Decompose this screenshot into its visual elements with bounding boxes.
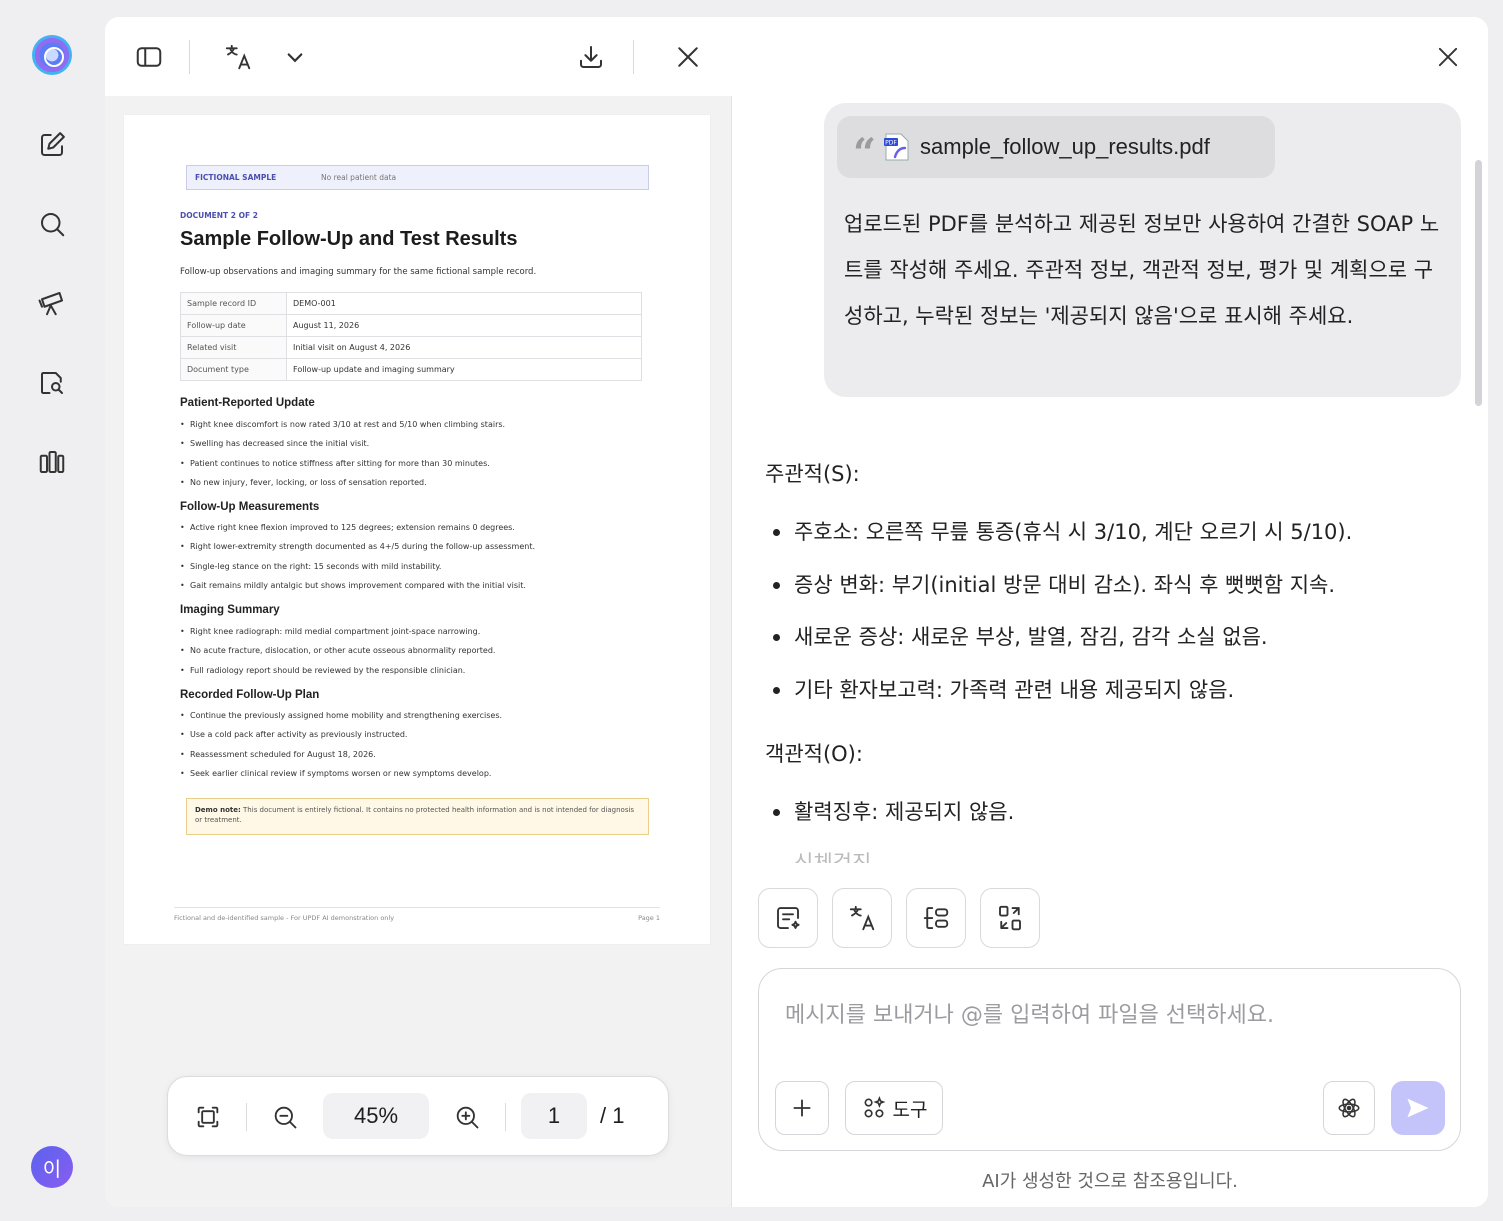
pdf-toolbar [105, 17, 732, 96]
main-window: FICTIONAL SAMPLE No real patient data DO… [105, 17, 1488, 1207]
download-icon[interactable] [571, 37, 611, 77]
section-heading: Patient-Reported Update [180, 397, 315, 409]
zoom-toolbar: 45% 1 / 1 [167, 1076, 669, 1156]
zoom-out-icon[interactable] [265, 1097, 305, 1137]
banner-note: No real patient data [321, 173, 397, 182]
quote-icon: “ [853, 130, 877, 177]
document-label: DOCUMENT 2 OF 2 [180, 211, 258, 220]
fictional-sample-banner: FICTIONAL SAMPLE No real patient data [186, 165, 649, 190]
send-button[interactable] [1391, 1081, 1445, 1135]
search-icon[interactable] [34, 206, 70, 242]
objective-heading: 객관적(O): [765, 742, 863, 766]
translate-action-button[interactable] [832, 888, 892, 948]
table-row: Related visit Initial visit on August 4, … [180, 336, 642, 359]
tools-label: 도구 [892, 1098, 928, 1121]
translate-icon[interactable] [218, 37, 258, 77]
faded-next-item: 신체검진 [794, 851, 872, 863]
fit-page-icon[interactable] [188, 1097, 228, 1137]
list-item: Active right knee flexion improved to 12… [180, 518, 535, 537]
subjective-heading: 주관적(S): [765, 462, 860, 486]
user-message-text: 업로드된 PDF를 분석하고 제공된 정보만 사용하여 간결한 SOAP 노트를… [844, 212, 1440, 328]
attachment-filename: sample_follow_up_results.pdf [920, 134, 1210, 159]
list-item: Seek earlier clinical review if symptoms… [180, 764, 502, 783]
list-item: Right lower-extremity strength documente… [180, 537, 535, 556]
document-title: Sample Follow-Up and Test Results [180, 228, 518, 250]
section-list: Right knee radiograph: mild medial compa… [180, 622, 495, 680]
user-avatar[interactable]: 이 [31, 1146, 73, 1188]
send-icon [1407, 1098, 1429, 1118]
list-item: 증상 변화: 부기(initial 방문 대비 감소). 좌식 후 뻣뻣함 지속… [765, 570, 1352, 623]
list-item: Single-leg stance on the right: 15 secon… [180, 557, 535, 576]
chat-scrollbar[interactable] [1475, 160, 1482, 406]
ai-disclaimer: AI가 생성한 것으로 참조용입니다. [982, 1171, 1238, 1192]
translate-dropdown-chevron-icon[interactable] [275, 37, 315, 77]
attachment-chip[interactable]: “ PDF sample_follow_up_results.pdf [837, 116, 1275, 178]
tools-icon [864, 1096, 885, 1118]
section-heading: Follow-Up Measurements [180, 501, 320, 513]
presentation-icon[interactable] [34, 285, 70, 321]
sidebar-toggle-icon[interactable] [129, 37, 169, 77]
section-list: Active right knee flexion improved to 12… [180, 518, 535, 595]
app-logo-icon[interactable] [32, 35, 72, 75]
pdf-file-icon: PDF [884, 132, 910, 162]
list-item: Right knee discomfort is now rated 3/10 … [180, 415, 505, 434]
list-item: Right knee radiograph: mild medial compa… [180, 622, 495, 641]
tools-button[interactable]: 도구 [845, 1081, 943, 1135]
pdf-page: FICTIONAL SAMPLE No real patient data DO… [124, 115, 710, 944]
table-row: Document type Follow-up update and imagin… [180, 358, 642, 381]
list-item: Full radiology report should be reviewed… [180, 661, 495, 680]
section-list: Right knee discomfort is now rated 3/10 … [180, 415, 505, 492]
section-list: Continue the previously assigned home mo… [180, 706, 502, 783]
total-pages: / 1 [600, 1103, 625, 1128]
list-item: 기타 환자보고력: 가족력 관련 내용 제공되지 않음. [765, 675, 1352, 728]
list-item: Use a cold pack after activity as previo… [180, 725, 502, 744]
message-composer: 도구 [758, 968, 1461, 1151]
list-item: No new injury, fever, locking, or loss o… [180, 473, 505, 492]
user-message-bubble: “ PDF sample_follow_up_results.pdf 업로드된 … [824, 103, 1461, 397]
list-item: 활력징후: 제공되지 않음. [765, 797, 1014, 850]
list-item: Patient continues to notice stiffness af… [180, 454, 505, 473]
list-item: No acute fracture, dislocation, or other… [180, 641, 495, 660]
section-heading: Imaging Summary [180, 604, 280, 616]
close-pdf-icon[interactable] [668, 37, 708, 77]
app-rail: 이 [0, 0, 105, 1221]
current-page-input[interactable]: 1 [521, 1093, 587, 1139]
subjective-list: 주호소: 오른쪽 무릎 통증(휴식 시 3/10, 계단 오르기 시 5/10)… [765, 517, 1352, 727]
close-chat-icon[interactable] [1428, 37, 1468, 77]
pdf-viewer-pane: FICTIONAL SAMPLE No real patient data DO… [105, 17, 732, 1207]
demo-note: Demo note: This document is entirely fic… [186, 798, 649, 835]
table-row: Sample record ID DEMO-001 [180, 292, 642, 315]
document-search-icon[interactable] [34, 365, 70, 401]
list-item: 새로운 증상: 새로운 부상, 발열, 잠김, 감각 소실 없음. [765, 622, 1352, 675]
edit-icon[interactable] [34, 127, 70, 163]
page-footer: Fictional and de-identified sample - For… [174, 907, 660, 922]
ai-model-button[interactable] [1323, 1081, 1375, 1135]
rewrite-action-button[interactable] [980, 888, 1040, 948]
record-meta-table: Sample record ID DEMO-001 Follow-up date A… [180, 292, 642, 381]
explain-action-button[interactable] [906, 888, 966, 948]
ai-chat-pane: “ PDF sample_follow_up_results.pdf 업로드된 … [732, 17, 1488, 1207]
add-attachment-button[interactable] [775, 1081, 829, 1135]
list-item: Gait remains mildly antalgic but shows i… [180, 576, 535, 595]
zoom-in-icon[interactable] [447, 1097, 487, 1137]
document-subtitle: Follow-up observations and imaging summa… [180, 267, 537, 277]
table-row: Follow-up date August 11, 2026 [180, 314, 642, 337]
library-icon[interactable] [34, 444, 70, 480]
zoom-level[interactable]: 45% [323, 1093, 429, 1139]
message-input[interactable] [785, 995, 1425, 1035]
section-heading: Recorded Follow-Up Plan [180, 689, 320, 701]
svg-text:PDF: PDF [885, 140, 897, 147]
list-item: Swelling has decreased since the initial… [180, 434, 505, 453]
summarize-action-button[interactable] [758, 888, 818, 948]
list-item: Reassessment scheduled for August 18, 20… [180, 745, 502, 764]
list-item: Continue the previously assigned home mo… [180, 706, 502, 725]
atom-icon [1338, 1098, 1360, 1118]
list-item: 주호소: 오른쪽 무릎 통증(휴식 시 3/10, 계단 오르기 시 5/10)… [765, 517, 1352, 570]
objective-list: 활력징후: 제공되지 않음. [765, 797, 1014, 850]
banner-label: FICTIONAL SAMPLE [195, 173, 277, 182]
